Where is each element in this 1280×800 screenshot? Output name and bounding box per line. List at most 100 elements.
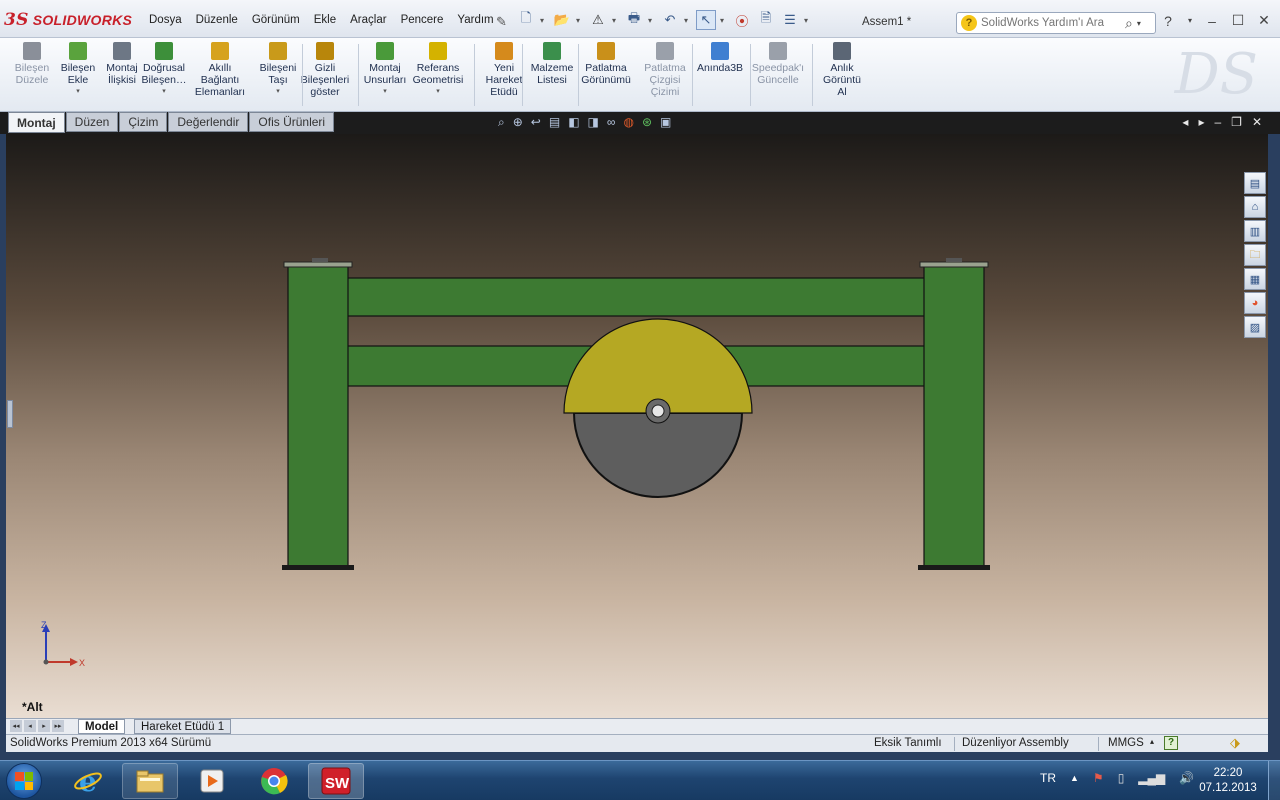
chevron-down-icon[interactable]: ▾ [1186,16,1194,25]
view-palette-icon[interactable]: ▦ [1244,268,1266,290]
close-viewport-icon[interactable]: ✕ [1252,115,1262,129]
tab-motion-study[interactable]: Hareket Etüdü 1 [134,719,232,734]
chrome-icon[interactable] [246,763,302,799]
tab-ofis-ürünleri[interactable]: Ofis Ürünleri [249,112,335,132]
show-hidden-icons-icon[interactable]: ▲ [1070,773,1079,783]
file-explorer-icon[interactable]: 🗀 [1244,244,1266,266]
montaj-iliskisi-button[interactable]: Montaj İlişkisi [98,42,146,86]
menu-item[interactable]: Ekle [307,11,343,29]
resources-icon[interactable]: ▤ [1244,172,1266,194]
next-window-icon[interactable]: ▸ [1198,115,1204,129]
chevron-down-icon[interactable]: ▾ [684,16,692,25]
dogrusal-bilesen-button[interactable]: Doğrusal Bileşen… ▾ [140,42,188,98]
search-icon[interactable]: ⌕ [1125,15,1133,32]
malzeme-listesi-button[interactable]: Malzeme Listesi [528,42,576,86]
help-search[interactable]: ? ⌕ ▾ [956,12,1156,34]
yeni-hareket-button[interactable]: Yeni Hareket Etüdü [480,42,528,98]
chevron-down-icon[interactable]: ▾ [276,86,280,98]
right-post[interactable] [923,263,985,569]
minimize-icon[interactable]: – [1204,13,1220,29]
design-library-icon[interactable]: ▥ [1244,220,1266,242]
minimize-viewport-icon[interactable]: – [1214,115,1221,129]
chevron-down-icon[interactable]: ▾ [540,16,548,25]
chevron-down-icon[interactable]: ▾ [576,16,584,25]
graphics-area[interactable]: Z X *Alt ▤ ⌂ ▥ 🗀 ▦ ◕ ▨ [6,134,1268,718]
menu-item[interactable]: Dosya [142,11,189,29]
previous-view-icon[interactable]: ↩ [531,115,541,130]
solidworks-logo[interactable]: 3S SOLIDWORKS [4,6,132,34]
patlatma-gorunumu-button[interactable]: Patlatma Görünümü [581,42,631,86]
action-center-flag-icon[interactable]: ⚑ [1093,771,1104,785]
menu-item[interactable]: Düzenle [189,11,245,29]
menu-item[interactable]: Araçlar [343,11,393,29]
tab-çizim[interactable]: Çizim [119,112,168,132]
network-signal-icon[interactable]: ▂▄▆ [1138,771,1165,785]
zoom-to-area-icon[interactable]: ⊕ [513,115,523,130]
section-view-icon[interactable]: ▤ [549,115,560,130]
file-explorer-icon[interactable] [122,763,178,799]
patlatma-cizgisi-button[interactable]: Patlatma Çizgisi Çizimi [641,42,689,98]
pin-icon[interactable]: ✎ [496,14,507,30]
referans-geometrisi-button[interactable]: Referans Geometrisi ▾ [413,42,463,98]
first-tab-icon[interactable]: ◂◂ [10,720,22,732]
new-document-icon[interactable]: 🗋 [516,10,536,30]
internet-explorer-icon[interactable]: e [60,763,116,799]
rebuild-icon[interactable]: ⚠ [588,10,608,30]
chevron-down-icon[interactable]: ▾ [612,16,620,25]
media-player-icon[interactable] [184,763,240,799]
view-settings-icon[interactable]: ▣ [660,115,671,130]
chevron-down-icon[interactable]: ▾ [1137,19,1141,28]
unit-system[interactable]: ΜMGS [1108,737,1144,749]
help-icon[interactable]: ? [1164,736,1178,750]
blade-lower-half[interactable] [572,412,744,498]
menu-item[interactable]: Pencere [394,11,451,29]
undo-icon[interactable]: ↶ [660,10,680,30]
chevron-down-icon[interactable]: ▾ [383,86,387,98]
language-indicator[interactable]: TR [1040,771,1056,785]
chevron-down-icon[interactable]: ▾ [436,86,440,98]
previous-window-icon[interactable]: ◂ [1182,115,1188,129]
start-button[interactable] [6,763,42,799]
solidworks-taskbar-icon[interactable]: SW [308,763,364,799]
open-folder-icon[interactable]: 📂 [552,10,572,30]
maximize-icon[interactable]: ☐ [1230,12,1246,29]
menu-item[interactable]: Görünüm [245,11,307,29]
options-icon[interactable]: ☰ [780,10,800,30]
select-pointer-icon[interactable]: ↖ [696,10,716,30]
last-tab-icon[interactable]: ▸▸ [52,720,64,732]
aninda-3b-button[interactable]: Anında3B [696,42,744,74]
restore-viewport-icon[interactable]: ❐ [1231,115,1242,129]
previous-tab-icon[interactable]: ◂ [24,720,36,732]
montaj-unsurlari-button[interactable]: Montaj Unsurları ▾ [361,42,409,98]
feature-manager-expand-handle[interactable] [7,400,13,428]
traffic-light-icon[interactable]: ⦿ [732,10,752,30]
zoom-to-fit-icon[interactable]: ⌕ [498,115,505,130]
power-icon[interactable]: ▯ [1118,771,1125,785]
next-tab-icon[interactable]: ▸ [38,720,50,732]
custom-properties-icon[interactable]: ▨ [1244,316,1266,338]
tab-değerlendir[interactable]: Değerlendir [168,112,249,132]
hide-show-items-icon[interactable]: ∞ [607,115,616,130]
chevron-down-icon[interactable]: ▾ [76,86,80,98]
print-icon[interactable]: 🖶 [624,10,644,30]
show-desktop-button[interactable] [1268,761,1280,800]
edit-appearance-icon[interactable]: ◍ [623,115,633,130]
tab-düzen[interactable]: Düzen [65,112,119,132]
gizli-bilesenler-button[interactable]: Gizli Bileşenleri göster [301,42,349,98]
assembly-model[interactable] [6,134,1268,718]
left-post[interactable] [287,263,349,569]
file-properties-icon[interactable]: 🗎 [756,10,776,30]
chevron-down-icon[interactable]: ▴ [1150,737,1154,746]
speedpak-button[interactable]: Speedpak'ı Güncelle [752,42,804,86]
chevron-down-icon[interactable]: ▾ [720,16,728,25]
display-style-icon[interactable]: ◨ [588,115,599,130]
chevron-down-icon[interactable]: ▾ [162,86,166,98]
tab-model[interactable]: Model [78,719,126,734]
bilesen-ekle-button[interactable]: Bileşen Ekle ▾ [54,42,102,98]
view-orientation-icon[interactable]: ◧ [568,115,579,130]
bilesen-duzenle-button[interactable]: Bileşen Düzele [8,42,56,86]
home-icon[interactable]: ⌂ [1244,196,1266,218]
upper-beam[interactable] [345,277,927,317]
bileseni-tasi-button[interactable]: Bileşeni Taşı ▾ [254,42,302,98]
help-icon[interactable]: ? [1160,13,1176,29]
